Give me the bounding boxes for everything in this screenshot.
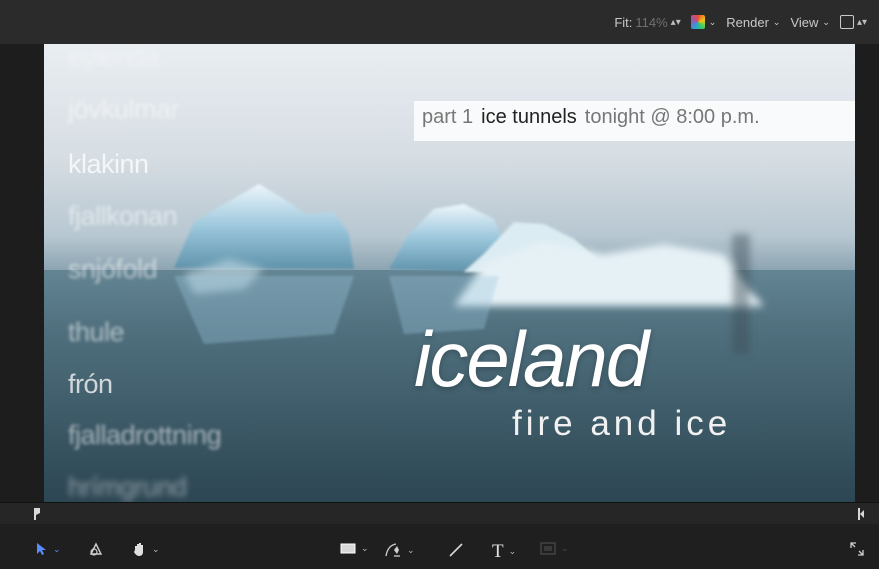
lower-third-topic: ice tunnels xyxy=(481,106,577,128)
viewer-margin-left xyxy=(0,44,44,502)
chevron-down-icon: ⌄ xyxy=(561,543,569,553)
pen-tool[interactable]: ⌄ xyxy=(384,542,415,558)
hand-icon xyxy=(134,543,143,556)
fit-value: 114% xyxy=(635,14,668,30)
main-title: iceland xyxy=(414,315,649,403)
scroll-word: fjalladrottning xyxy=(68,420,222,450)
chevron-down-icon: ⌄ xyxy=(407,544,415,555)
paint-stroke-tool[interactable] xyxy=(448,542,464,558)
view-layout-menu[interactable]: ▴▾ xyxy=(839,15,867,29)
chevron-down-icon: ⌄ xyxy=(53,543,61,554)
expand-icon xyxy=(850,542,864,556)
mini-timeline[interactable] xyxy=(0,502,879,526)
color-channels-icon xyxy=(690,15,705,29)
shape-transform-icon xyxy=(89,542,103,556)
chevron-down-icon: ⌄ xyxy=(152,544,160,554)
subtitle: fire and ice xyxy=(512,404,732,443)
viewer-toolbar: Fit: 114% ▴▾ ⌄ Render ⌄ View ⌄ ▴▾ xyxy=(0,0,879,45)
out-point-marker-icon[interactable] xyxy=(858,508,864,520)
render-menu-label: Render xyxy=(726,14,769,30)
canvas-viewer[interactable]: eylenda jövkulmar klakinn fjallkonan snj… xyxy=(44,44,855,502)
scroll-word: jövkulmar xyxy=(68,94,180,124)
canvas-tools-bar: ⌄ ⌄ ⌄ ⌄ T ⌄ ⌄ xyxy=(0,524,879,569)
view-layout-icon xyxy=(839,15,854,29)
select-tool[interactable]: ⌄ xyxy=(36,542,61,556)
scroll-word: eylenda xyxy=(68,44,160,72)
lower-third-part: part 1 xyxy=(422,106,474,128)
render-menu[interactable]: Render ⌄ xyxy=(726,15,780,30)
transform-tool[interactable] xyxy=(88,542,104,558)
fit-label: Fit: xyxy=(614,14,633,30)
chevron-down-icon: ⌄ xyxy=(772,16,781,27)
scroll-word: thule xyxy=(68,317,125,347)
chevron-down-icon: ⌄ xyxy=(508,546,517,556)
pan-tool[interactable]: ⌄ xyxy=(132,542,160,557)
arrow-pointer-icon xyxy=(37,543,46,555)
fit-zoom-control[interactable]: Fit: 114% ▴▾ xyxy=(614,15,680,30)
scroll-word: frón xyxy=(68,369,113,399)
shape-tool[interactable]: ⌄ xyxy=(340,542,369,555)
scroll-word: hrímgrund xyxy=(68,472,187,502)
fullscreen-button[interactable] xyxy=(850,542,864,556)
view-menu[interactable]: View ⌄ xyxy=(790,15,830,30)
color-channels-menu[interactable]: ⌄ xyxy=(690,15,717,29)
lower-third-time: tonight @ 8:00 p.m. xyxy=(584,106,760,128)
text-icon: T xyxy=(492,541,504,562)
rectangle-icon xyxy=(340,543,356,554)
pen-icon xyxy=(385,543,400,557)
view-menu-label: View xyxy=(790,14,819,30)
chevron-down-icon: ⌄ xyxy=(708,16,717,27)
lower-third-text: part 1 ice tunnels tonight @ 8:00 p.m. xyxy=(422,106,760,129)
text-tool[interactable]: T ⌄ xyxy=(492,542,516,561)
up-down-arrows-icon: ▴▾ xyxy=(856,16,867,28)
mask-icon xyxy=(540,542,556,555)
chevron-down-icon: ⌄ xyxy=(361,543,369,553)
scroll-word: snjófold xyxy=(68,254,158,284)
mask-tool[interactable]: ⌄ xyxy=(540,542,569,555)
scroll-word: klakinn xyxy=(68,149,149,179)
scroll-word: fjallkonan xyxy=(68,201,178,231)
brush-icon xyxy=(449,543,463,557)
viewer-toolbar-controls: Fit: 114% ▴▾ ⌄ Render ⌄ View ⌄ ▴▾ xyxy=(614,0,867,44)
in-point-marker-icon[interactable] xyxy=(34,508,40,520)
chevron-down-icon: ⌄ xyxy=(822,16,830,27)
viewer-margin-right xyxy=(855,44,879,502)
up-down-arrows-icon: ▴▾ xyxy=(670,16,681,28)
